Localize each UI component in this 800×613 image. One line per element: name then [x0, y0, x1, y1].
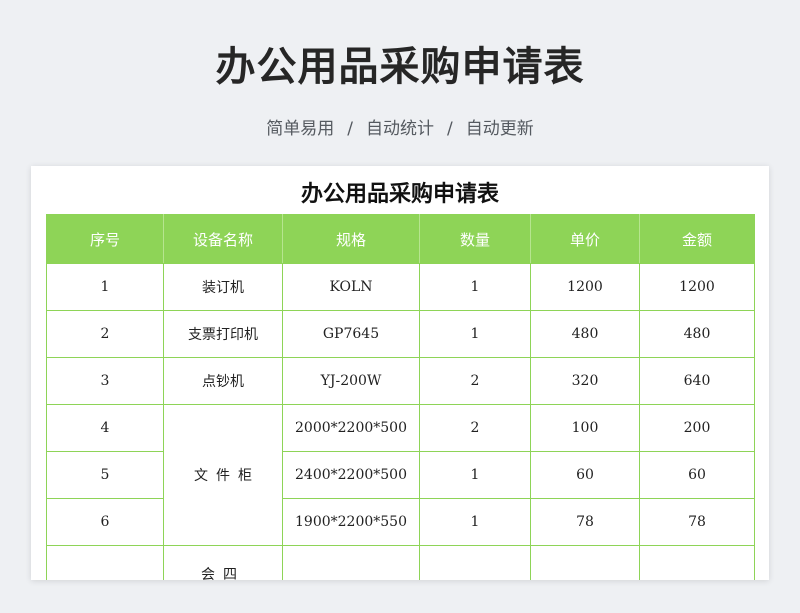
cell-qty: 1 — [419, 498, 531, 546]
table-row: 1 装订机 KOLN 1 1200 1200 — [46, 263, 755, 311]
cell-amount: 78 — [639, 498, 755, 546]
tag-easy: 简单易用 — [266, 119, 335, 139]
cell-price: 100 — [530, 404, 640, 452]
cell-price: 78 — [530, 498, 640, 546]
cell-no: 4 — [46, 404, 164, 452]
cell-name: 点钞机 — [163, 357, 283, 405]
cell-qty — [419, 545, 531, 580]
cell-spec — [282, 545, 420, 580]
column-header-amount: 金额 — [639, 214, 755, 264]
tag-auto-stats: 自动统计 — [366, 119, 434, 139]
cell-no: 2 — [46, 310, 164, 358]
table-row-clipped: 会四 — [46, 545, 755, 580]
cell-spec: YJ-200W — [282, 357, 420, 405]
cell-amount: 640 — [639, 357, 755, 405]
cell-no: 5 — [46, 451, 164, 499]
cell-name: 支票打印机 — [163, 310, 283, 358]
column-header-no: 序号 — [46, 214, 164, 264]
cell-price: 1200 — [530, 263, 640, 311]
column-header-qty: 数量 — [419, 214, 531, 264]
cell-name: 装订机 — [163, 263, 283, 311]
cell-price — [530, 545, 640, 580]
cell-amount: 60 — [639, 451, 755, 499]
table-row: 3 点钞机 YJ-200W 2 320 640 — [46, 357, 755, 405]
table-row: 6 1900*2200*550 1 78 78 — [46, 498, 755, 546]
tag-auto-update: 自动更新 — [465, 119, 534, 139]
table-row: 2 支票打印机 GP7645 1 480 480 — [46, 310, 755, 358]
cell-price: 60 — [530, 451, 640, 499]
cell-qty: 1 — [419, 263, 531, 311]
cell-spec: KOLN — [282, 263, 420, 311]
cell-amount — [639, 545, 755, 580]
cell-amount: 480 — [639, 310, 755, 358]
cell-spec: 2000*2200*500 — [282, 404, 420, 452]
cell-no: 3 — [46, 357, 164, 405]
page: 办公用品采购申请表 简单易用 / 自动统计 / 自动更新 办公用品采购申请表 序号 设备… — [0, 0, 800, 613]
cell-spec: GP7645 — [282, 310, 420, 358]
cell-qty: 2 — [419, 357, 531, 405]
cell-price: 320 — [530, 357, 640, 405]
feature-tagline: 简单易用 / 自动统计 / 自动更新 — [0, 114, 800, 139]
spreadsheet-preview: 办公用品采购申请表 序号 设备名称 规格 数量 单价 金额 1 装订机 KOLN… — [31, 166, 769, 580]
cell-no: 6 — [46, 498, 164, 546]
table-header-row: 序号 设备名称 规格 数量 单价 金额 — [46, 214, 755, 264]
cell-name: 会四 — [163, 545, 283, 580]
page-title: 办公用品采购申请表 — [215, 44, 585, 90]
cell-no — [46, 545, 164, 580]
purchase-table: 序号 设备名称 规格 数量 单价 金额 1 装订机 KOLN 1 1200 12… — [46, 214, 755, 580]
sheet-title: 办公用品采购申请表 — [300, 181, 499, 207]
cell-spec: 2400*2200*500 — [282, 451, 420, 499]
cell-amount: 200 — [639, 404, 755, 452]
cell-amount: 1200 — [639, 263, 755, 311]
tag-separator: / — [347, 119, 353, 139]
column-header-spec: 规格 — [282, 214, 420, 264]
cell-qty: 1 — [419, 310, 531, 358]
cell-qty: 2 — [419, 404, 531, 452]
table-row: 5 2400*2200*500 1 60 60 — [46, 451, 755, 499]
tag-separator: / — [447, 119, 453, 139]
cell-spec: 1900*2200*550 — [282, 498, 420, 546]
cell-qty: 1 — [419, 451, 531, 499]
cell-no: 1 — [46, 263, 164, 311]
column-header-name: 设备名称 — [163, 214, 283, 264]
cell-name-merged: 文件柜 — [163, 404, 283, 546]
table-row: 4 文件柜 2000*2200*500 2 100 200 — [46, 404, 755, 546]
column-header-price: 单价 — [530, 214, 640, 264]
clipped-name-text: 会四 — [201, 567, 245, 580]
cell-price: 480 — [530, 310, 640, 358]
